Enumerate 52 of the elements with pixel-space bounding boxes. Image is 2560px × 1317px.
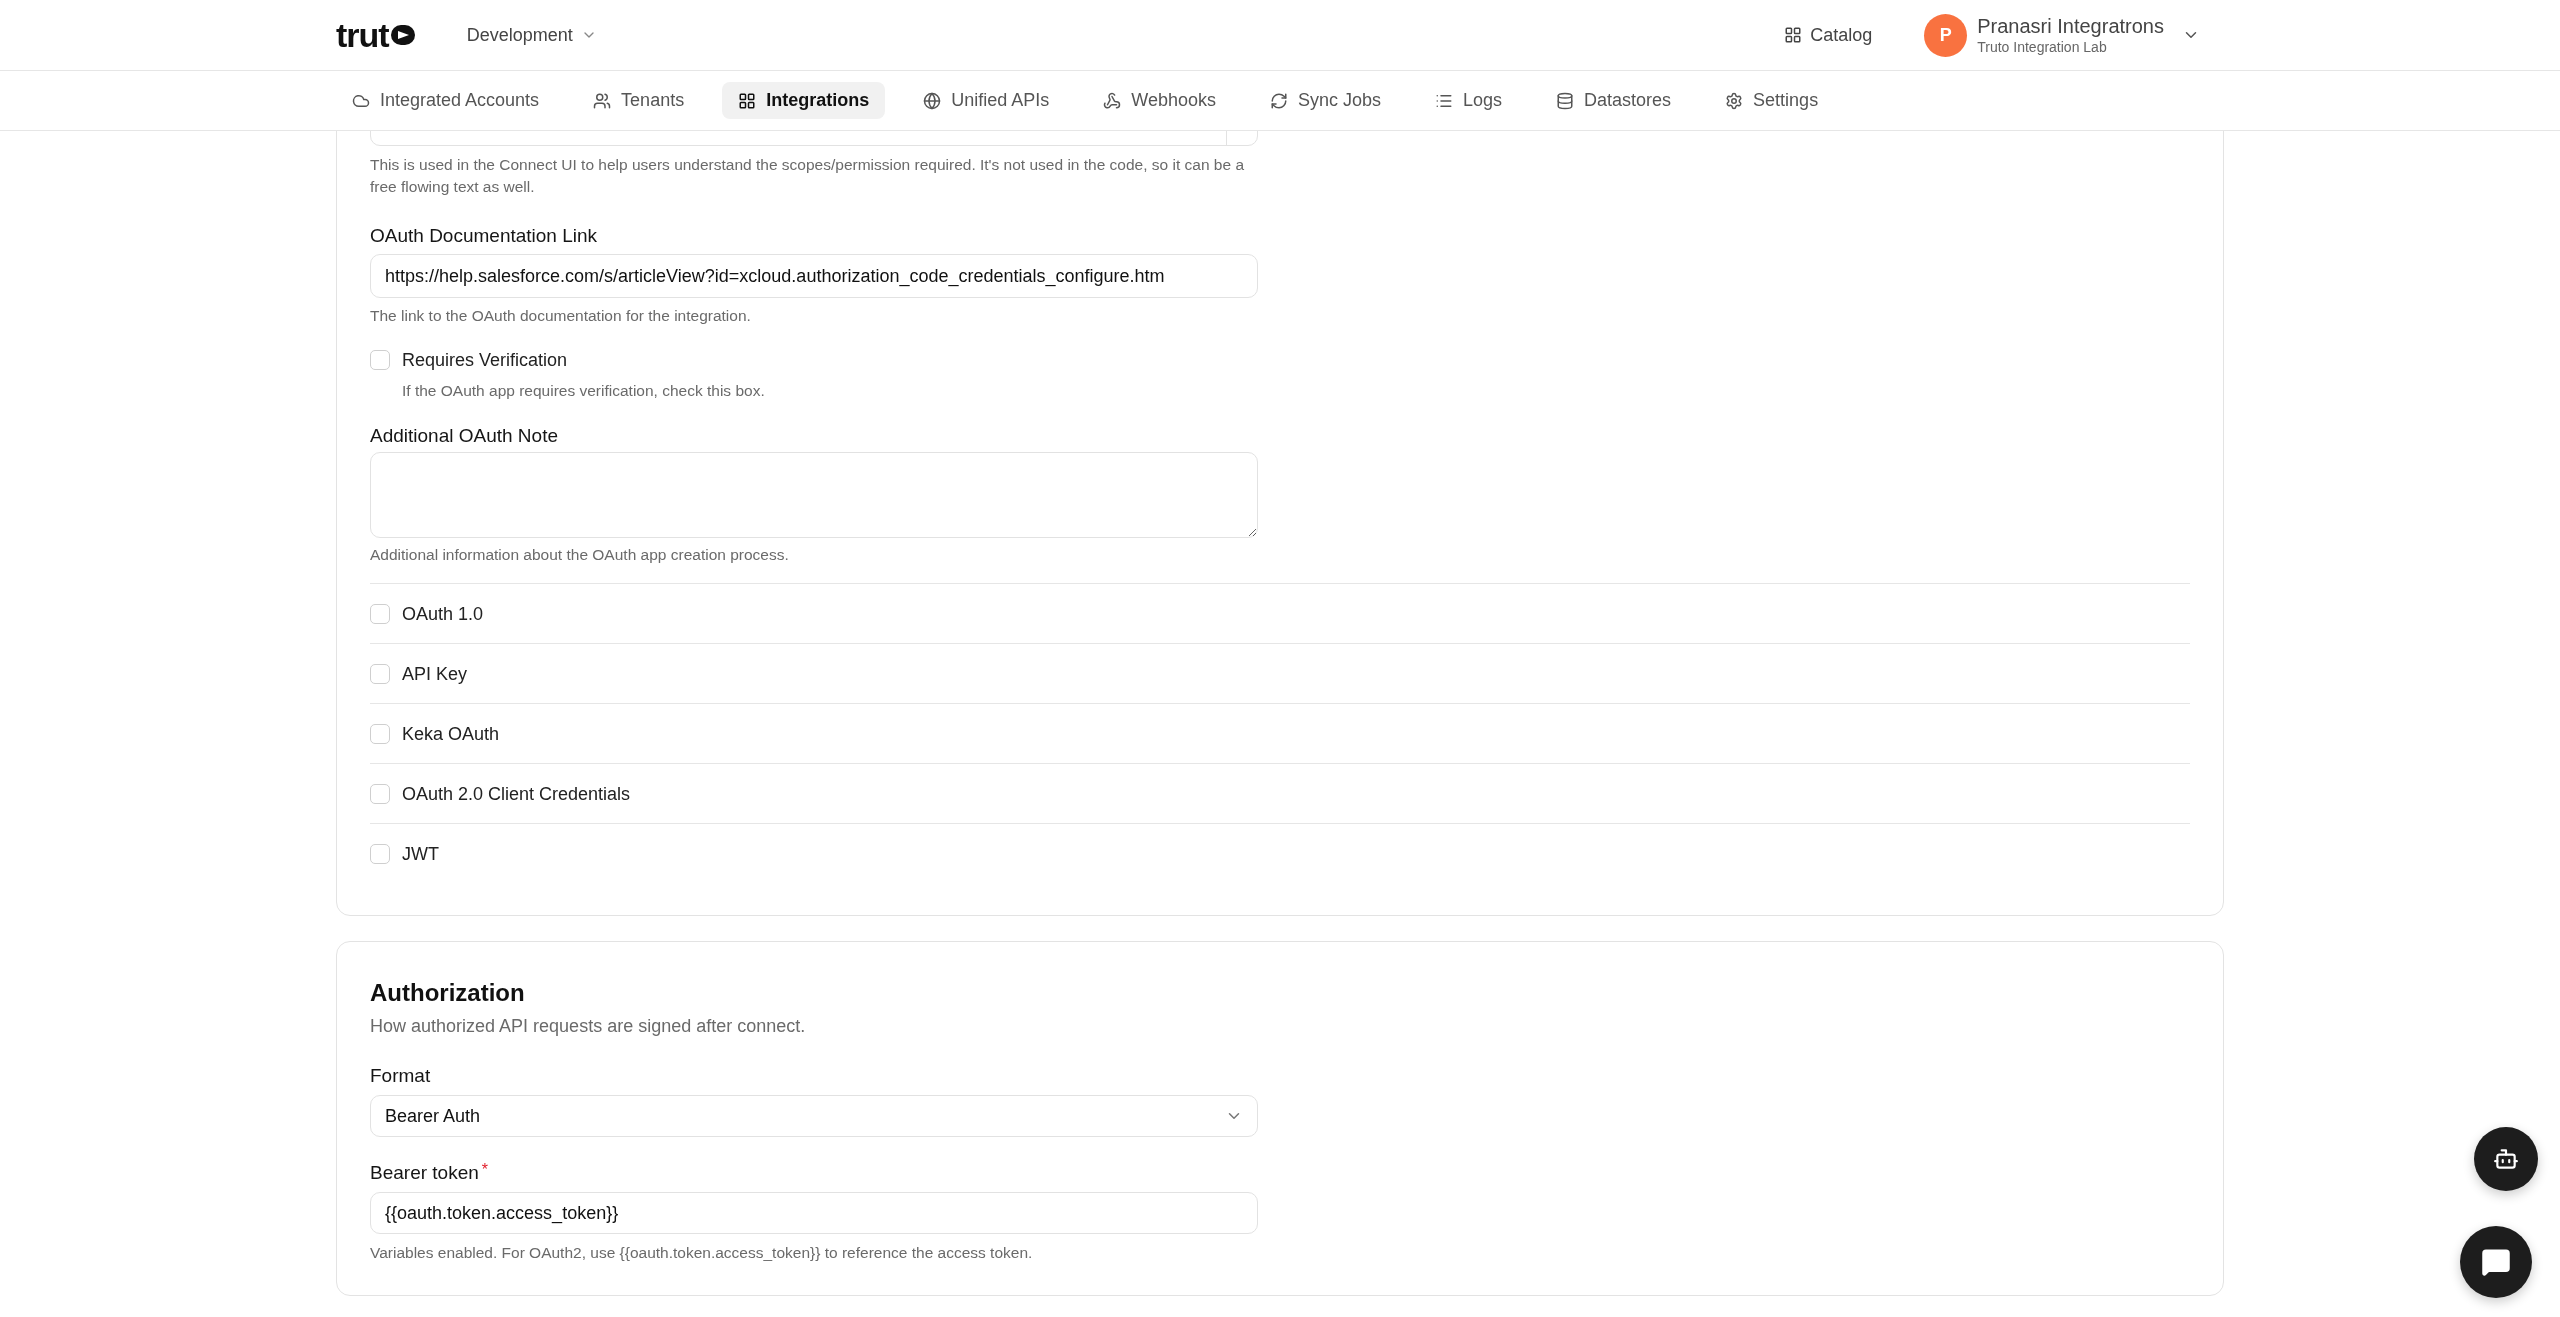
help-text: This is used in the Connect UI to help users understand the scopes/permission required. It's not used in the code, so it can be a free flowing text as well. xyxy=(370,155,1246,197)
checkbox[interactable] xyxy=(370,350,390,370)
checkbox[interactable] xyxy=(370,663,390,684)
grid-icon xyxy=(738,91,757,110)
robot-icon[interactable] xyxy=(2474,1127,2538,1191)
checkbox[interactable] xyxy=(370,723,390,744)
truto-logo[interactable]: trut xyxy=(336,15,419,55)
grid-icon xyxy=(1784,26,1803,44)
field-label: Additional OAuth Note xyxy=(370,424,558,448)
checkbox[interactable] xyxy=(370,843,390,864)
documentation-link-field[interactable]: https://help.salesforce.com/s/articleView?id=xcloud.authorization_code_credentials_configure.htm xyxy=(370,254,1258,298)
organization-name: Truto Integration Lab xyxy=(1977,38,2108,56)
database-icon xyxy=(1556,91,1575,110)
note-field[interactable] xyxy=(370,452,1258,538)
checkbox-label: Keka OAuth xyxy=(402,722,500,745)
checkbox[interactable] xyxy=(370,603,390,624)
nav-tab[interactable]: Integrated Accounts xyxy=(336,82,556,119)
help-text: The link to the OAuth documentation for the integration. xyxy=(370,306,752,326)
section-title: Authorization xyxy=(370,978,526,1008)
refresh-icon xyxy=(1269,91,1288,110)
required-mark: * xyxy=(481,1161,489,1179)
workspace-dropdown[interactable]: Development xyxy=(462,18,601,52)
globe-icon xyxy=(923,91,942,110)
checkbox-label: OAuth 1.0 xyxy=(402,602,484,625)
user-name: Pranasri Integratrons xyxy=(1977,14,2164,38)
nav-tab[interactable]: Tenants xyxy=(577,82,701,119)
checkbox-label: JWT xyxy=(402,842,439,865)
format-select[interactable]: Bearer Auth xyxy=(370,1095,1258,1137)
users-icon xyxy=(593,91,612,110)
bearer-token-field[interactable]: {{oauth.token.access_token}} xyxy=(370,1192,1258,1234)
nav-tab[interactable]: Integrations xyxy=(722,82,886,119)
field-label: Bearer token xyxy=(370,1161,479,1185)
help-text: Additional information about the OAuth app creation process. xyxy=(370,545,790,565)
help-text: If the OAuth app requires verification, check this box. xyxy=(402,381,766,401)
nav-tab[interactable]: Settings xyxy=(1709,82,1835,119)
chat-icon[interactable] xyxy=(2460,1226,2532,1298)
section-description: How authorized API requests are signed after connect. xyxy=(370,1015,807,1038)
checkbox-label: API Key xyxy=(402,662,468,685)
nav-tab[interactable]: Unified APIs xyxy=(907,82,1066,119)
nav-tab[interactable]: Logs xyxy=(1419,82,1519,119)
field-label: Format xyxy=(370,1064,431,1088)
catalog-button[interactable]: Catalog xyxy=(1780,18,1877,52)
settings-icon xyxy=(1725,91,1744,110)
field-label: OAuth Documentation Link xyxy=(370,224,598,248)
nav-tab[interactable]: Sync Jobs xyxy=(1253,82,1397,119)
help-text: Variables enabled. For OAuth2, use {{oauth.token.access_token}} to reference the access token. xyxy=(370,1243,1034,1263)
checkbox-label: Requires Verification xyxy=(402,349,568,371)
nav-tab[interactable]: Webhooks xyxy=(1087,82,1232,119)
checkbox[interactable] xyxy=(370,783,390,804)
checkbox-label: OAuth 2.0 Client Credentials xyxy=(402,782,631,805)
webhook-icon xyxy=(1103,91,1122,110)
nav-tab[interactable]: Datastores xyxy=(1540,82,1688,119)
